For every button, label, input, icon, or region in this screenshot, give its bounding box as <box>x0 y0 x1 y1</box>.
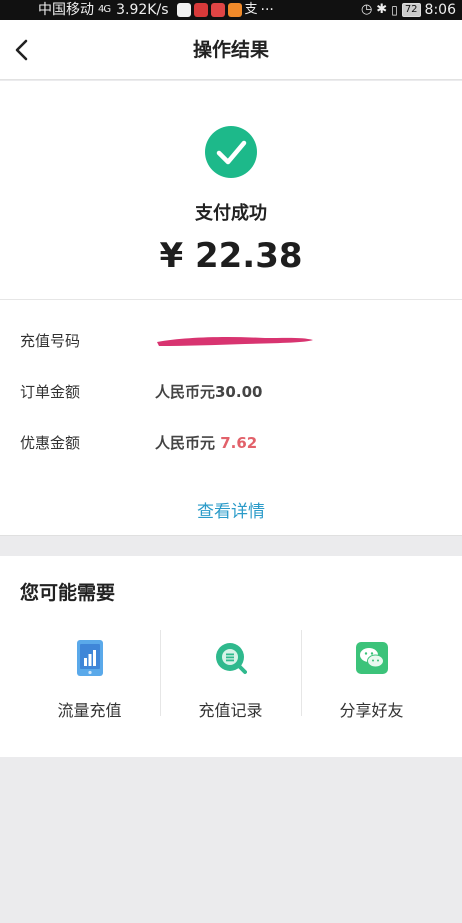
section-title: 您可能需要 <box>20 582 116 604</box>
payment-status: 支付成功 <box>195 203 267 224</box>
recommend-item-label: 充值记录 <box>198 701 263 720</box>
wechat-share-icon <box>355 642 388 674</box>
discount-prefix: 人民币元 <box>155 434 221 452</box>
app-notification-icon <box>227 3 242 17</box>
detail-value: 人民币元30.00 <box>155 383 263 401</box>
recommend-item-label: 分享好友 <box>339 701 404 720</box>
view-details-link[interactable]: 查看详情 <box>0 497 462 522</box>
clock-time: 8:06 <box>424 2 456 18</box>
vibrate-icon: ▯ <box>391 3 398 17</box>
recommend-item-share[interactable]: 分享好友 <box>301 626 442 726</box>
recommend-item-data-recharge[interactable]: 流量充值 <box>19 626 160 726</box>
battery-icon: 72 <box>401 3 421 17</box>
status-bar: 中国移动 4G 3.92K/s 支 ··· ◷ ✱ ▯ 72 8:06 <box>0 0 462 20</box>
detail-label: 充值号码 <box>20 332 81 350</box>
carrier-name: 中国移动 <box>38 2 94 18</box>
detail-label: 订单金额 <box>20 383 81 401</box>
alarm-icon: ◷ <box>360 2 373 17</box>
detail-value: 人民币元 7.62 <box>155 432 257 453</box>
app-notification-icon <box>193 3 208 17</box>
detail-row-discount: 优惠金额 人民币元 7.62 <box>0 427 462 457</box>
more-notifications-icon: ··· <box>260 2 274 18</box>
page-title: 操作结果 <box>192 39 269 61</box>
records-search-icon <box>215 643 247 674</box>
app-notification-icon <box>210 3 225 17</box>
recommend-item-label: 流量充值 <box>57 701 122 720</box>
order-details: 充值号码 订单金额 人民币元30.00 优惠金额 人民币元 7.62 查看详情 <box>0 299 462 536</box>
notification-icons: 支 ··· <box>176 0 274 20</box>
data-plan-phone-icon <box>76 640 103 676</box>
redacted-phone-number <box>157 337 313 346</box>
check-circle-icon <box>205 126 257 178</box>
alipay-notification-icon: 支 <box>244 2 258 17</box>
status-right: ◷ ✱ ▯ 72 8:06 <box>361 0 456 20</box>
detail-row-order-amount: 订单金额 人民币元30.00 <box>0 376 462 406</box>
bluetooth-icon: ✱ <box>376 2 388 17</box>
recommend-section: 您可能需要 流量充值 充值记录 分享好友 <box>0 556 462 757</box>
discount-amount: 7.62 <box>220 434 258 452</box>
recommend-item-records[interactable]: 充值记录 <box>160 626 301 726</box>
payment-amount: ¥ 22.38 <box>159 236 303 276</box>
payment-result: 支付成功 ¥ 22.38 <box>0 81 462 299</box>
navigation-bar: 操作结果 <box>0 20 462 80</box>
signal-icon: 4G <box>98 4 111 15</box>
detail-label: 优惠金额 <box>20 434 81 452</box>
detail-row-phone: 充值号码 <box>0 325 462 355</box>
wechat-notification-icon <box>176 3 191 17</box>
network-speed: 3.92K/s <box>116 2 169 18</box>
